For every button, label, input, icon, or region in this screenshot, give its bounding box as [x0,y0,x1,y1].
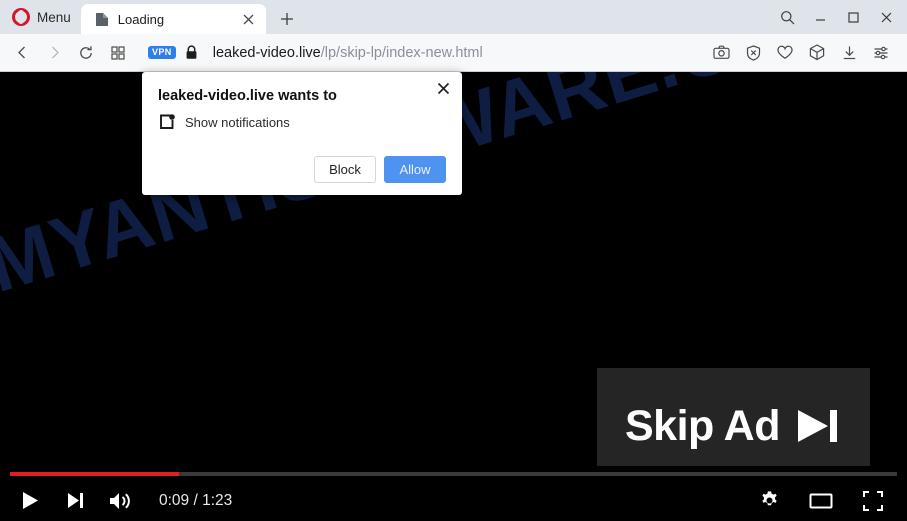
forward-button[interactable] [38,38,70,68]
camera-icon[interactable] [705,38,737,68]
tab-bar: Menu Loading [0,0,907,34]
tab-title: Loading [117,11,165,27]
download-icon[interactable] [833,38,865,68]
apps-grid-button[interactable] [102,38,134,68]
permission-row: Show notifications [158,113,446,131]
cube-icon[interactable] [801,38,833,68]
easy-setup-icon[interactable] [865,38,897,68]
progress-bar-track[interactable] [10,472,897,476]
address-bar[interactable]: VPN leaked-video.live/lp/skip-lp/index-n… [148,39,699,67]
toolbar-icons [705,38,907,68]
controls-right-group [753,485,907,517]
controls-row: 0:09 / 1:23 [0,480,907,521]
permission-label: Show notifications [185,114,290,130]
notification-icon [158,113,176,131]
dialog-buttons: Block Allow [314,156,446,183]
notification-permission-dialog: leaked-video.live wants to Show notifica… [142,72,462,195]
skip-ad-label: Skip Ad [625,401,780,450]
navigation-toolbar: VPN leaked-video.live/lp/skip-lp/index-n… [0,34,907,72]
play-icon[interactable] [14,485,46,517]
browser-window: Menu Loading VPN leaked-video.live/lp/sk… [0,0,907,521]
navigation-buttons [0,38,134,68]
url-domain: leaked-video.live [212,44,321,61]
tab-loading[interactable]: Loading [80,4,266,34]
menu-label: Menu [37,9,71,25]
tab-bar-spacer [302,0,771,34]
reload-button[interactable] [70,38,102,68]
search-icon[interactable] [771,2,804,32]
skip-next-icon [794,404,842,448]
new-tab-button[interactable] [272,4,302,34]
allow-button[interactable]: Allow [384,156,446,183]
page-document-icon [95,12,109,27]
dialog-title: leaked-video.live wants to [158,88,337,104]
dialog-close-icon[interactable] [433,78,453,98]
back-button[interactable] [6,38,38,68]
minimize-icon[interactable] [804,2,837,32]
block-button[interactable]: Block [314,156,376,183]
shield-block-icon[interactable] [737,38,769,68]
tab-close-icon[interactable] [240,10,258,28]
heart-icon[interactable] [769,38,801,68]
controls-left-group: 0:09 / 1:23 [0,485,232,517]
time-display: 0:09 / 1:23 [159,491,233,509]
next-track-icon[interactable] [59,485,91,517]
opera-logo-icon [12,8,30,26]
window-close-icon[interactable] [870,2,903,32]
fullscreen-icon[interactable] [857,485,889,517]
volume-icon[interactable] [104,485,136,517]
progress-bar-fill [10,472,179,476]
lock-icon[interactable] [185,45,198,60]
miniplayer-icon[interactable] [805,485,837,517]
gear-icon[interactable] [753,485,785,517]
window-controls [771,0,907,34]
video-player-controls: 0:09 / 1:23 [0,466,907,521]
url-path: /lp/skip-lp/index-new.html [320,44,483,61]
vpn-badge[interactable]: VPN [148,46,176,59]
opera-menu-button[interactable]: Menu [0,0,81,34]
maximize-icon[interactable] [837,2,870,32]
url-text[interactable]: leaked-video.live/lp/skip-lp/index-new.h… [213,45,483,61]
